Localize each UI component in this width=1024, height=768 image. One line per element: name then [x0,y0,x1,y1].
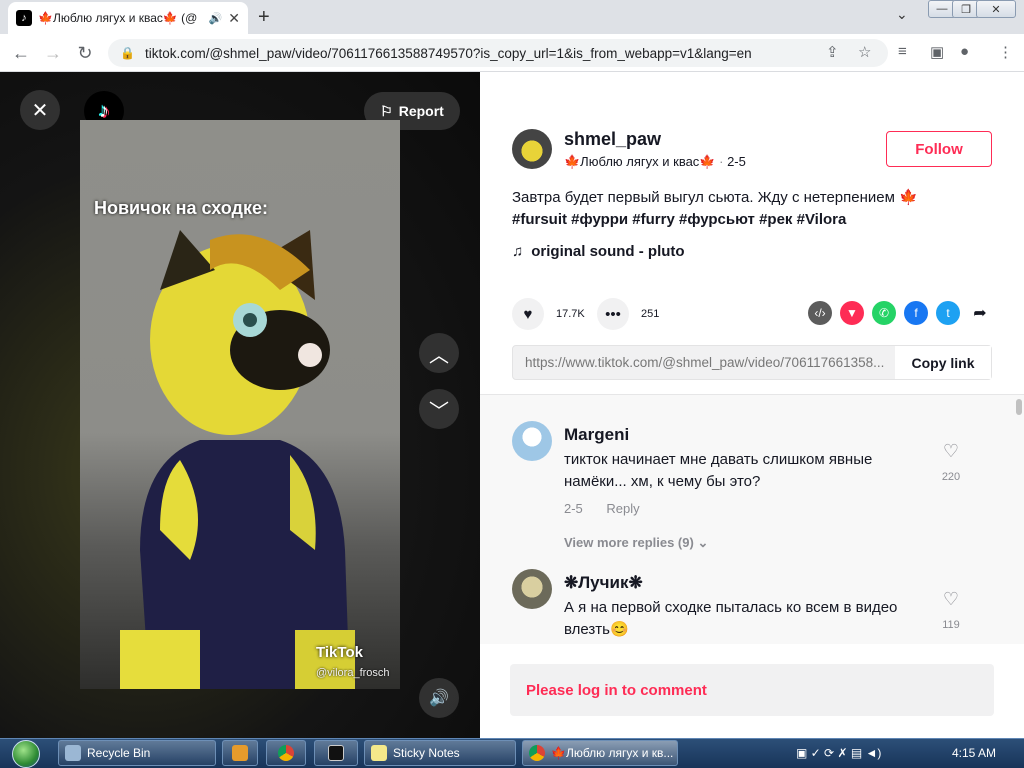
taskbar-item-recycle-bin[interactable]: Recycle Bin [58,740,216,766]
profile-icon[interactable]: ● [960,43,969,60]
comment-count: 251 [641,308,660,320]
description-text: Завтра будет первый выгул сьюта. Жду с н… [512,189,918,206]
tab-title: 🍁Люблю лягух и квас🍁 (@ [38,11,198,25]
comment-stat[interactable]: ••• 251 [597,298,659,330]
report-label: Report [398,103,444,119]
reload-icon[interactable]: ↻ [74,43,96,64]
whatsapp-icon[interactable]: ✆ [872,301,896,325]
share-arrow-icon[interactable]: ➦ [968,301,992,325]
close-video-icon[interactable]: ✕ [20,90,60,130]
comment-like-count: 119 [942,619,960,631]
taskbar-label: 🍁Люблю лягух и кв... [551,746,674,760]
clock[interactable]: 4:15 AM [952,746,996,760]
view-more-replies[interactable]: View more replies (9) ⌄ [564,535,708,551]
comment-like-icon[interactable]: ♡ [936,441,966,462]
share-link-text[interactable]: https://www.tiktok.com/@shmel_paw/video/… [513,355,895,370]
heart-icon[interactable]: ♥ [512,298,544,330]
comment-text: А я на первой сходке пыталась ко всем в … [564,599,898,638]
chrome-icon [529,745,545,761]
comment-like-count: 220 [941,471,961,483]
side-panel-icon[interactable]: ▣ [930,43,944,61]
share-page-icon[interactable]: ⇪ [826,43,839,61]
sound-title: original sound - pluto [531,243,685,260]
commenter-name[interactable]: ❋Лучик❋ [564,573,643,593]
reply-button[interactable]: Reply [606,501,639,516]
windows-logo-icon [12,739,40,768]
taskbar-media-player[interactable] [222,740,258,766]
avatar[interactable] [512,129,552,169]
volume-icon[interactable]: 🔊 [419,678,459,718]
twitter-icon[interactable]: t [936,301,960,325]
comment-icon[interactable]: ••• [597,298,629,330]
recycle-bin-icon [65,745,81,761]
comment-text: тикток начинает мне давать слишком явные… [564,451,873,490]
url-text: tiktok.com/@shmel_paw/video/706117661358… [144,45,752,61]
post-date: 2-5 [727,154,746,169]
browser-tab[interactable]: ♪ 🍁Люблю лягух и квас🍁 (@ 🔊 ✕ [8,2,248,34]
post-details: shmel_paw 🍁Люблю лягух и квас🍁 · 2-5 Fol… [480,72,1024,738]
share-link-box: https://www.tiktok.com/@shmel_paw/video/… [512,345,992,380]
video-frame[interactable]: Новичок на сходке: TikTok @vilora_frosch [80,120,400,689]
flag-icon: ⚐ [380,102,393,119]
tiktok-watermark: TikTok [316,644,363,661]
tiktok-favicon-icon: ♪ [16,10,32,26]
watermark-username: @vilora_frosch [316,667,390,679]
music-note-icon: ♫ [512,243,524,260]
taskbar-item-browser[interactable]: 🍁Люблю лягух и кв... [522,740,678,766]
tab-search-icon[interactable]: ⌄ [896,6,908,23]
menu-icon[interactable]: ⋮ [998,43,1013,61]
video-caption: Новичок на сходке: [94,198,268,218]
start-button[interactable] [4,739,48,768]
bookmark-star-icon[interactable]: ☆ [858,43,871,61]
commenter-avatar[interactable] [512,421,552,461]
comment-like-icon[interactable]: ♡ [936,589,966,610]
terminal-icon [328,745,344,761]
embed-icon[interactable]: ‹/› [808,301,832,325]
taskbar-cmd[interactable] [314,740,358,766]
previous-video-chevron-up-icon[interactable]: ︿ [419,333,459,373]
comment-meta: 2-5 Reply [564,501,640,516]
taskbar-label: Recycle Bin [87,746,151,760]
sound-link[interactable]: ♫ original sound - pluto [512,243,685,260]
sticky-notes-icon [371,745,387,761]
chrome-icon [278,745,294,761]
taskbar-item-sticky-notes[interactable]: Sticky Notes [364,740,516,766]
copy-link-button[interactable]: Copy link [895,346,991,379]
speaker-icon[interactable]: 🔊 [209,12,223,25]
close-tab-icon[interactable]: ✕ [228,10,240,27]
login-to-comment[interactable]: Please log in to comment [510,664,994,716]
hashtags[interactable]: #fursuit #фурри #furry #фурсьют #рек #Vi… [512,209,972,231]
media-control-icon[interactable]: ≡ [898,43,907,60]
view-more-replies-label: View more replies (9) [564,535,694,550]
like-count: 17.7K [556,308,585,320]
fursuit-image [120,230,355,689]
back-icon[interactable]: ← [10,43,32,64]
like-stat[interactable]: ♥ 17.7K [512,298,585,330]
url-field[interactable]: 🔒 tiktok.com/@shmel_paw/video/7061176613… [108,39,888,67]
next-video-chevron-down-icon[interactable]: ﹀ [419,389,459,429]
media-player-icon [232,745,248,761]
address-bar-row: ← → ↻ 🔒 tiktok.com/@shmel_paw/video/7061… [0,34,1024,72]
post-description: Завтра будет первый выгул сьюта. Жду с н… [512,187,972,231]
follow-button[interactable]: Follow [886,131,992,167]
author-username[interactable]: shmel_paw [564,129,661,150]
taskbar-label: Sticky Notes [393,746,460,760]
chevron-down-icon: ⌄ [697,535,709,550]
author-nickname: 🍁Люблю лягух и квас🍁 [564,154,716,169]
comment-date: 2-5 [564,501,583,516]
forward-icon[interactable]: → [42,43,64,64]
lock-icon: 🔒 [120,46,135,60]
comments-scrollbar[interactable] [1016,399,1022,415]
send-icon[interactable]: ▼ [840,301,864,325]
facebook-icon[interactable]: f [904,301,928,325]
author-subline: 🍁Люблю лягух и квас🍁 · 2-5 [564,154,746,169]
commenter-name[interactable]: Margeni [564,425,629,445]
taskbar-chrome[interactable] [266,740,306,766]
commenter-avatar[interactable] [512,569,552,609]
video-panel: ✕ ♪ ⚐ Report Новичок на сходке: TikTok @… [0,72,480,738]
tray-icons[interactable]: ▣ ✓ ⟳ ✗ ▤ ◄) [796,746,881,760]
new-tab-button[interactable]: + [258,6,270,29]
close-window-button[interactable]: ✕ [976,0,1016,18]
comments-list: Margeni тикток начинает мне давать слишк… [480,394,1024,644]
